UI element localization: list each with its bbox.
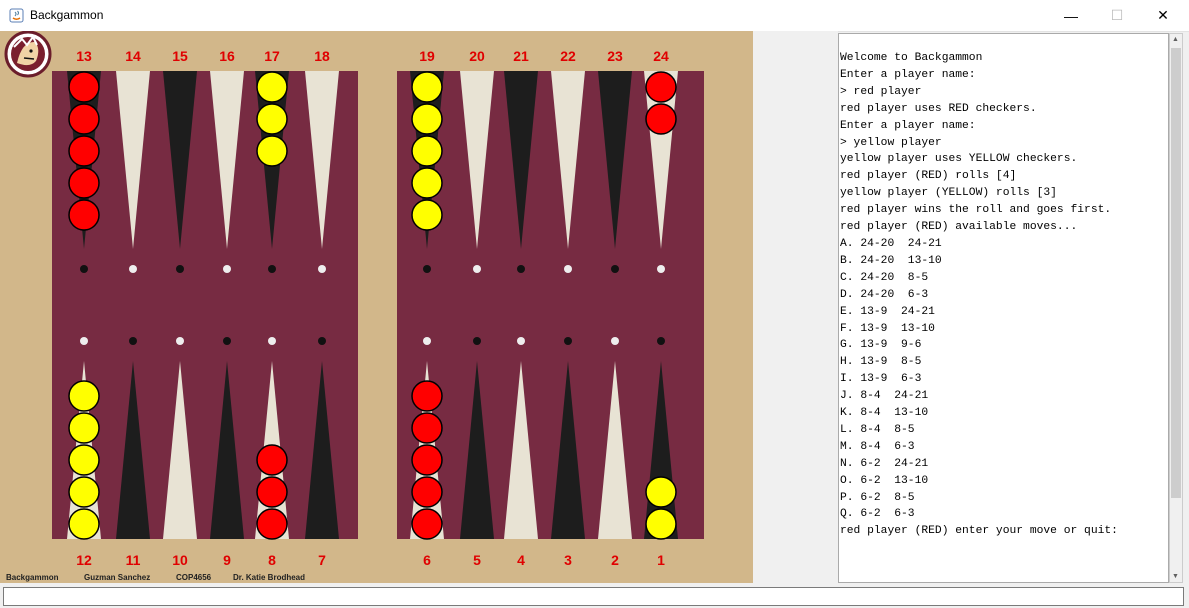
point-number-label: 20 xyxy=(469,48,485,64)
point-marker-dot xyxy=(176,337,184,345)
scrollbar-thumb[interactable] xyxy=(1171,48,1181,498)
point-number-label: 21 xyxy=(513,48,529,64)
yellow-checker[interactable] xyxy=(411,135,443,167)
seminole-head-logo xyxy=(4,31,52,78)
red-checker[interactable] xyxy=(68,199,100,231)
backgammon-board[interactable]: 131214111510169178187196205214223232241 … xyxy=(0,31,753,583)
footer-professor: Dr. Katie Brodhead xyxy=(233,573,305,582)
point-number-label: 16 xyxy=(219,48,235,64)
console-text: Welcome to Backgammon Enter a player nam… xyxy=(840,52,1118,538)
point-number-label: 8 xyxy=(268,552,276,568)
point-marker-dot xyxy=(318,337,326,345)
point-marker-dot xyxy=(176,265,184,273)
point-number-label: 22 xyxy=(560,48,576,64)
point-number-label: 15 xyxy=(172,48,188,64)
red-checker[interactable] xyxy=(411,444,443,476)
point-marker-dot xyxy=(517,337,525,345)
point-marker-dot xyxy=(80,337,88,345)
point-number-label: 17 xyxy=(264,48,280,64)
point-number-label: 23 xyxy=(607,48,623,64)
red-checker[interactable] xyxy=(256,444,288,476)
point-marker-dot xyxy=(564,337,572,345)
point-number-label: 13 xyxy=(76,48,92,64)
java-app-icon xyxy=(9,8,24,23)
red-checker[interactable] xyxy=(411,476,443,508)
command-input[interactable] xyxy=(3,587,1184,606)
point-marker-dot xyxy=(268,337,276,345)
point-marker-dot xyxy=(423,337,431,345)
point-number-label: 1 xyxy=(657,552,665,568)
point-number-label: 7 xyxy=(318,552,326,568)
title-bar: Backgammon — ☐ ✕ xyxy=(0,0,1189,32)
point-number-label: 12 xyxy=(76,552,92,568)
point-marker-dot xyxy=(473,337,481,345)
point-marker-dot xyxy=(223,265,231,273)
red-checker[interactable] xyxy=(256,508,288,540)
scroll-down-icon[interactable]: ▼ xyxy=(1172,573,1179,580)
footer-title: Backgammon xyxy=(6,573,59,582)
point-marker-dot xyxy=(657,265,665,273)
yellow-checker[interactable] xyxy=(68,380,100,412)
red-checker[interactable] xyxy=(68,135,100,167)
point-marker-dot xyxy=(129,265,137,273)
yellow-checker[interactable] xyxy=(68,444,100,476)
point-marker-dot xyxy=(423,265,431,273)
red-checker[interactable] xyxy=(68,103,100,135)
red-checker[interactable] xyxy=(645,71,677,103)
yellow-checker[interactable] xyxy=(411,199,443,231)
point-marker-dot xyxy=(268,265,276,273)
console-scrollbar[interactable]: ▲ ▼ xyxy=(1169,33,1183,583)
point-marker-dot xyxy=(80,265,88,273)
yellow-checker[interactable] xyxy=(411,103,443,135)
point-number-label: 19 xyxy=(419,48,435,64)
point-number-label: 10 xyxy=(172,552,188,568)
red-checker[interactable] xyxy=(411,380,443,412)
yellow-checker[interactable] xyxy=(411,71,443,103)
point-number-label: 2 xyxy=(611,552,619,568)
point-number-label: 9 xyxy=(223,552,231,568)
point-marker-dot xyxy=(129,337,137,345)
red-checker[interactable] xyxy=(68,167,100,199)
point-number-label: 4 xyxy=(517,552,525,568)
point-marker-dot xyxy=(318,265,326,273)
console-output[interactable]: Welcome to Backgammon Enter a player nam… xyxy=(838,33,1169,583)
yellow-checker[interactable] xyxy=(68,412,100,444)
point-number-label: 5 xyxy=(473,552,481,568)
yellow-checker[interactable] xyxy=(256,103,288,135)
footer-course: COP4656 xyxy=(176,573,212,582)
red-checker[interactable] xyxy=(256,476,288,508)
close-button[interactable]: ✕ xyxy=(1140,0,1186,31)
point-number-label: 24 xyxy=(653,48,669,64)
yellow-checker[interactable] xyxy=(645,508,677,540)
point-marker-dot xyxy=(564,265,572,273)
point-number-label: 6 xyxy=(423,552,431,568)
red-checker[interactable] xyxy=(411,412,443,444)
point-marker-dot xyxy=(657,337,665,345)
yellow-checker[interactable] xyxy=(256,135,288,167)
point-marker-dot xyxy=(223,337,231,345)
point-number-label: 3 xyxy=(564,552,572,568)
footer-author: Guzman Sanchez xyxy=(84,573,150,582)
red-checker[interactable] xyxy=(645,103,677,135)
red-checker[interactable] xyxy=(411,508,443,540)
yellow-checker[interactable] xyxy=(256,71,288,103)
point-marker-dot xyxy=(473,265,481,273)
yellow-checker[interactable] xyxy=(411,167,443,199)
point-number-label: 11 xyxy=(126,552,141,568)
window-title: Backgammon xyxy=(30,8,104,22)
yellow-checker[interactable] xyxy=(645,476,677,508)
point-marker-dot xyxy=(611,337,619,345)
red-checker[interactable] xyxy=(68,71,100,103)
yellow-checker[interactable] xyxy=(68,476,100,508)
point-marker-dot xyxy=(611,265,619,273)
point-number-label: 14 xyxy=(125,48,141,64)
point-marker-dot xyxy=(517,265,525,273)
minimize-button[interactable]: — xyxy=(1048,0,1094,31)
board-padding xyxy=(753,31,838,583)
yellow-checker[interactable] xyxy=(68,508,100,540)
point-number-label: 18 xyxy=(314,48,330,64)
scroll-up-icon[interactable]: ▲ xyxy=(1172,36,1179,43)
maximize-button[interactable]: ☐ xyxy=(1094,0,1140,31)
